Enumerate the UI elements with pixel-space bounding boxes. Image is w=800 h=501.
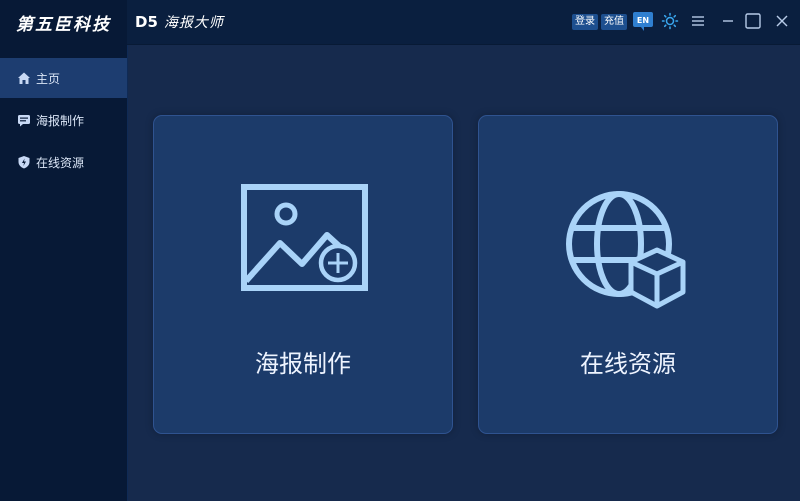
- globe-box-icon: [566, 191, 686, 309]
- app-title: D5 海报大师: [135, 12, 224, 32]
- home-icon: [17, 71, 31, 85]
- maximize-icon[interactable]: [744, 12, 762, 30]
- app-name: 海报大师: [163, 15, 224, 31]
- card-poster-create[interactable]: 海报制作: [153, 115, 453, 434]
- sidebar: 第五臣科技 主页 海报制作 在线资源: [0, 0, 128, 501]
- minimize-icon[interactable]: [719, 12, 737, 30]
- recharge-button[interactable]: 充值: [601, 14, 627, 30]
- card-online-resources[interactable]: 在线资源: [478, 115, 778, 434]
- brand-logo: 第五臣科技: [16, 14, 111, 35]
- sidebar-nav: 主页 海报制作 在线资源: [0, 58, 127, 184]
- card-label: 海报制作: [255, 350, 351, 378]
- image-add-icon: [241, 184, 368, 291]
- app-code: D5: [135, 13, 158, 31]
- language-icon[interactable]: EN: [633, 11, 653, 31]
- theme-sun-icon[interactable]: [661, 12, 679, 30]
- sidebar-item-resources[interactable]: 在线资源: [0, 142, 127, 182]
- close-icon[interactable]: [773, 12, 791, 30]
- message-icon: [17, 113, 31, 127]
- shield-icon: [17, 155, 31, 169]
- sidebar-item-label: 海报制作: [36, 113, 85, 128]
- title-bar: D5 海报大师 登录 充值 EN: [127, 0, 800, 45]
- sidebar-item-poster[interactable]: 海报制作: [0, 100, 127, 140]
- sidebar-item-label: 主页: [36, 71, 61, 86]
- menu-icon[interactable]: [689, 12, 707, 30]
- card-label: 在线资源: [580, 350, 676, 378]
- sidebar-item-home[interactable]: 主页: [0, 58, 127, 98]
- sidebar-item-label: 在线资源: [36, 155, 85, 170]
- login-button[interactable]: 登录: [572, 14, 598, 30]
- language-label: EN: [637, 16, 649, 25]
